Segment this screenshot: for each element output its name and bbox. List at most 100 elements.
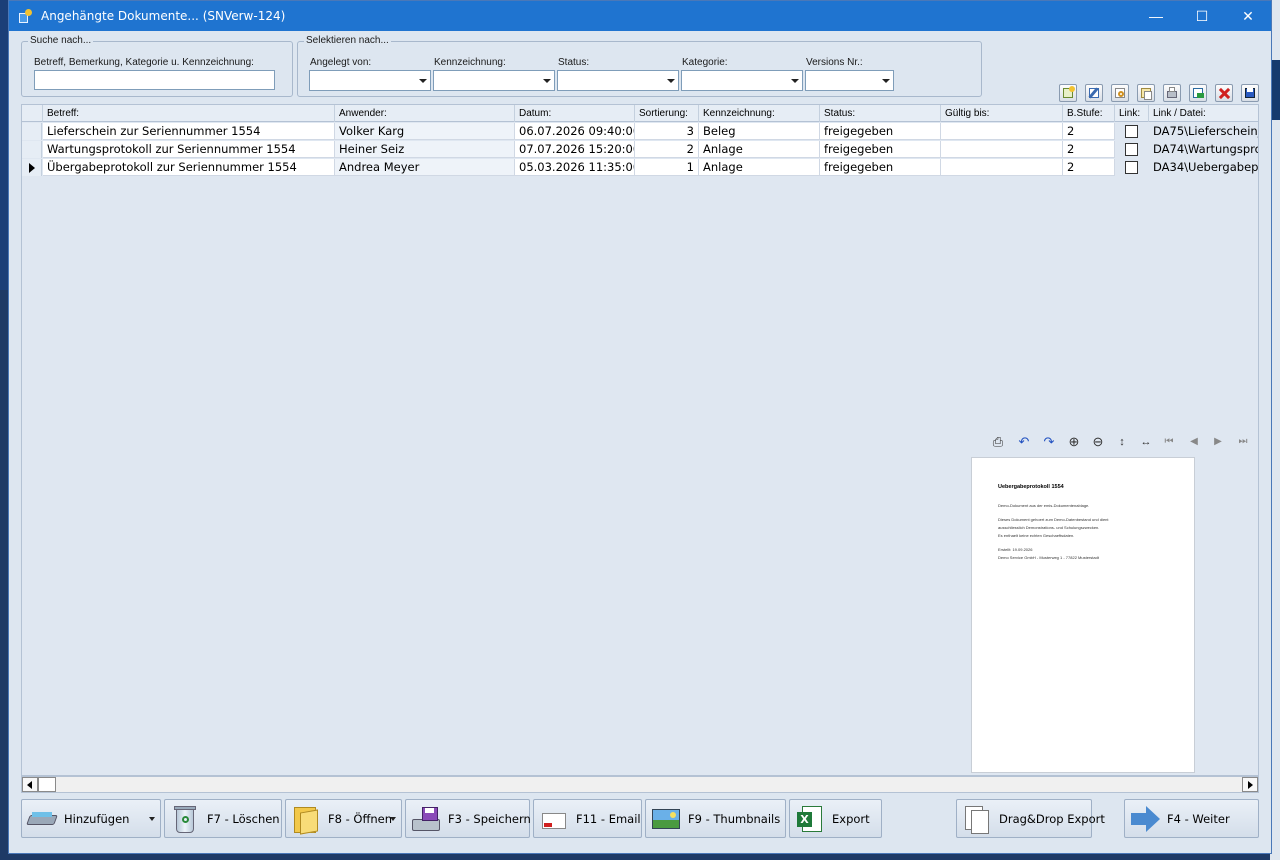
cell-betreff[interactable]: Lieferschein zur Seriennummer 1554: [43, 123, 335, 140]
print-icon[interactable]: [1163, 84, 1181, 102]
cell-datei[interactable]: DA34\Uebergabeprotokoll: [1149, 159, 1258, 176]
print-icon[interactable]: ⎙: [989, 434, 1007, 450]
rotate-left-icon[interactable]: ↶: [1015, 434, 1033, 450]
import-icon[interactable]: [1189, 84, 1207, 102]
delete-button[interactable]: F7 - Löschen: [164, 799, 282, 838]
email-button[interactable]: F11 - Email: [533, 799, 642, 838]
edit-icon[interactable]: [1085, 84, 1103, 102]
chevron-down-icon[interactable]: [788, 71, 802, 90]
link-checkbox[interactable]: [1125, 125, 1138, 138]
scroll-right-button[interactable]: [1242, 777, 1258, 792]
fit-width-icon[interactable]: ↔: [1137, 434, 1155, 450]
cell-gueltig[interactable]: [941, 159, 1063, 176]
col-header-anwender[interactable]: Anwender:: [335, 105, 515, 122]
dropdown-arrow-icon[interactable]: [390, 817, 396, 821]
zoom-in-icon[interactable]: ⊕: [1065, 434, 1083, 450]
cell-kennzeichnung[interactable]: Anlage: [699, 141, 820, 158]
chevron-down-icon[interactable]: [879, 71, 893, 90]
title-bar[interactable]: Angehängte Dokumente... (SNVerw-124) — ☐…: [9, 1, 1271, 31]
refresh-document-icon[interactable]: [1111, 84, 1129, 102]
cell-anwender[interactable]: Andrea Meyer: [335, 159, 515, 176]
cell-sortierung[interactable]: 2: [635, 141, 699, 158]
save-icon[interactable]: [1241, 84, 1259, 102]
cell-bstufe[interactable]: 2: [1063, 123, 1115, 140]
scroll-left-button[interactable]: [22, 777, 38, 792]
chevron-down-icon[interactable]: [540, 71, 554, 90]
last-page-icon[interactable]: ⏭: [1234, 434, 1252, 450]
zoom-out-icon[interactable]: ⊖: [1089, 434, 1107, 450]
new-document-icon[interactable]: [1059, 84, 1077, 102]
marking-select[interactable]: [433, 70, 555, 91]
table-row[interactable]: Wartungsprotokoll zur Seriennummer 1554 …: [22, 141, 1258, 159]
table-row-current[interactable]: Übergabeprotokoll zur Seriennummer 1554 …: [22, 159, 1258, 177]
cell-sortierung[interactable]: 1: [635, 159, 699, 176]
col-header-link[interactable]: Link:: [1115, 105, 1149, 122]
close-button[interactable]: ✕: [1225, 1, 1271, 31]
col-header-gueltig[interactable]: Gültig bis:: [941, 105, 1063, 122]
horizontal-scrollbar[interactable]: [21, 776, 1259, 793]
drag-drop-export-button[interactable]: Drag&Drop Export: [956, 799, 1105, 838]
row-selector[interactable]: [22, 141, 42, 158]
col-header-status[interactable]: Status:: [820, 105, 941, 122]
next-page-icon[interactable]: ▶: [1209, 434, 1227, 450]
cell-datum[interactable]: 06.07.2026 09:40:00: [515, 123, 635, 140]
cell-datei[interactable]: DA74\Wartungsprotokoll: [1149, 141, 1258, 158]
col-header-bstufe[interactable]: B.Stufe:: [1063, 105, 1115, 122]
search-input[interactable]: [34, 70, 275, 90]
table-row[interactable]: Lieferschein zur Seriennummer 1554 Volke…: [22, 123, 1258, 141]
cell-gueltig[interactable]: [941, 141, 1063, 158]
cell-datum[interactable]: 05.03.2026 11:35:00: [515, 159, 635, 176]
version-select[interactable]: [805, 70, 894, 91]
dropdown-arrow-icon[interactable]: [149, 817, 155, 821]
previous-page-icon[interactable]: ◀: [1185, 434, 1203, 450]
col-header-betreff[interactable]: Betreff:: [43, 105, 335, 122]
cell-sortierung[interactable]: 3: [635, 123, 699, 140]
chevron-down-icon[interactable]: [664, 71, 678, 90]
link-checkbox[interactable]: [1125, 143, 1138, 156]
cell-datum[interactable]: 07.07.2026 15:20:00: [515, 141, 635, 158]
thumbnails-button[interactable]: F9 - Thumbnails: [645, 799, 786, 838]
first-page-icon[interactable]: ⏮: [1160, 434, 1178, 450]
delete-icon[interactable]: [1215, 84, 1233, 102]
cell-gueltig[interactable]: [941, 123, 1063, 140]
cell-status[interactable]: freigegeben: [820, 159, 941, 176]
cell-bstufe[interactable]: 2: [1063, 141, 1115, 158]
category-select[interactable]: [681, 70, 803, 91]
fit-height-icon[interactable]: ↕: [1113, 434, 1131, 450]
scroll-thumb[interactable]: [38, 777, 56, 792]
next-button[interactable]: F4 - Weiter: [1124, 799, 1259, 838]
cell-anwender[interactable]: Volker Karg: [335, 123, 515, 140]
cell-betreff[interactable]: Wartungsprotokoll zur Seriennummer 1554: [43, 141, 335, 158]
open-button[interactable]: F8 - Öffnen: [285, 799, 402, 838]
col-header-kennzeichnung[interactable]: Kennzeichnung:: [699, 105, 820, 122]
col-header-sortierung[interactable]: Sortierung:: [635, 105, 699, 122]
maximize-button[interactable]: ☐: [1179, 1, 1225, 31]
cell-datei[interactable]: DA75\Lieferschein_1554: [1149, 123, 1258, 140]
cell-kennzeichnung[interactable]: Beleg: [699, 123, 820, 140]
minimize-button[interactable]: —: [1133, 1, 1179, 31]
document-preview[interactable]: Uebergabeprotokoll 1554 Demo-Dokument au…: [971, 457, 1195, 773]
excel-icon: X: [794, 803, 826, 835]
copy-icon[interactable]: [1137, 84, 1155, 102]
chevron-down-icon[interactable]: [416, 71, 430, 90]
status-select[interactable]: [557, 70, 679, 91]
row-selector[interactable]: [22, 123, 42, 140]
open-button-label: F8 - Öffnen: [328, 811, 393, 826]
add-button[interactable]: Hinzufügen: [21, 799, 161, 838]
cell-kennzeichnung[interactable]: Anlage: [699, 159, 820, 176]
created-by-select[interactable]: [309, 70, 431, 91]
cell-status[interactable]: freigegeben: [820, 123, 941, 140]
link-checkbox[interactable]: [1125, 161, 1138, 174]
delete-button-label: F7 - Löschen: [207, 811, 280, 826]
cell-status[interactable]: freigegeben: [820, 141, 941, 158]
cell-anwender[interactable]: Heiner Seiz: [335, 141, 515, 158]
col-header-datum[interactable]: Datum:: [515, 105, 635, 122]
export-button[interactable]: X Export: [789, 799, 882, 838]
created-by-label: Angelegt von:: [310, 57, 372, 68]
cell-betreff[interactable]: Übergabeprotokoll zur Seriennummer 1554: [43, 159, 335, 176]
save-button[interactable]: F3 - Speichern: [405, 799, 531, 838]
cell-bstufe[interactable]: 2: [1063, 159, 1115, 176]
rotate-right-icon[interactable]: ↷: [1040, 434, 1058, 450]
col-header-datei[interactable]: Link / Datei:: [1149, 105, 1258, 122]
row-selector-current-icon[interactable]: [22, 159, 42, 176]
